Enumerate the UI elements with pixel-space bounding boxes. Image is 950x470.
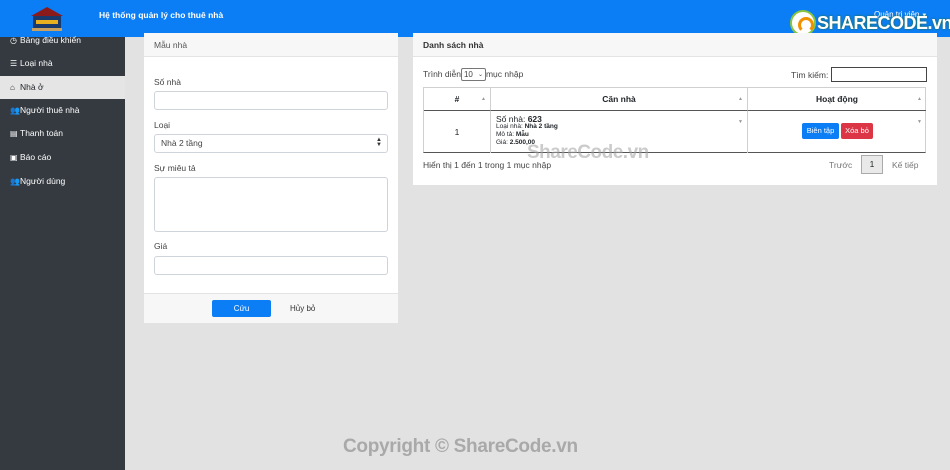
sidebar-item-reports[interactable]: ▣ Báo cáo	[0, 146, 125, 169]
house-no-label: Số nhà	[154, 77, 181, 87]
chevron-down-icon: ⌄	[477, 72, 483, 78]
page-size-value: 10	[463, 70, 473, 79]
pagination-prev[interactable]: Trước	[829, 160, 852, 170]
sidebar-item-label: Bảng điều khiển	[20, 35, 81, 45]
column-header-house[interactable]: Căn nhà ▲ ▼	[491, 88, 748, 125]
watermark-bottom: Copyright © ShareCode.vn	[343, 436, 578, 457]
report-icon: ▣	[10, 153, 18, 162]
edit-button[interactable]: Biên tập	[802, 123, 839, 139]
sidebar-item-users[interactable]: 👥Người dùng	[0, 170, 125, 193]
file-icon: ▤	[10, 129, 18, 138]
house-type-line: Loại nhà: Nhà 2 tầng	[496, 123, 558, 131]
house-list-title: Danh sách nhà	[413, 33, 937, 57]
column-header-label: Căn nhà	[602, 94, 636, 104]
house-price-key: Giá:	[496, 139, 508, 146]
show-entries-suffix: mục nhập	[485, 68, 524, 79]
description-label: Sự miêu tả	[154, 163, 196, 173]
save-button[interactable]: Cứu	[212, 300, 271, 317]
sidebar-item-label: Người thuê nhà	[20, 105, 80, 115]
search-input[interactable]	[831, 67, 927, 82]
show-entries-prefix: Trình diễn	[423, 68, 461, 79]
price-label: Giá	[154, 241, 168, 251]
column-header-actions[interactable]: Hoạt động ▲ ▼	[748, 88, 926, 125]
column-header-label: Hoạt động	[815, 94, 859, 104]
house-form-card: Mẫu nhà Số nhà Loại Nhà 2 tầng ▲ ▼ Sự miê…	[144, 33, 398, 323]
type-select-value: Nhà 2 tầng	[161, 138, 203, 148]
houses-table: # ▲ Căn nhà ▲ ▼ Hoạt động ▲ ▼ 1 Số nhà: 623 L…	[423, 87, 926, 153]
sidebar-item-dashboard[interactable]: ◷ Bảng điều khiển	[0, 29, 125, 52]
house-type-value: Nhà 2 tầng	[524, 123, 558, 130]
actions-cell: Biên tập Xóa bỏ	[748, 111, 926, 153]
sidebar-item-label: Người dùng	[20, 176, 66, 186]
delete-button[interactable]: Xóa bỏ	[841, 123, 873, 139]
sidebar-item-house-types[interactable]: ☰ Loại nhà	[0, 52, 125, 75]
app-title: Hệ thống quản lý cho thuê nhà	[99, 10, 224, 20]
users-icon: 👥	[10, 177, 20, 186]
row-index: 1	[424, 111, 491, 153]
search-label: Tìm kiếm:	[791, 70, 829, 80]
form-footer: Cứu Hủy bỏ	[144, 293, 398, 323]
house-desc-key: Mô tả:	[496, 131, 515, 138]
house-type-key: Loại nhà:	[496, 123, 523, 130]
house-desc-line: Mô tả: Mẫu	[496, 131, 558, 139]
sidebar-item-label: Loại nhà	[20, 58, 53, 68]
top-navbar: Hệ thống quản lý cho thuê nhà Quản trị v…	[0, 0, 950, 37]
pagination-next[interactable]: Kế tiếp	[892, 160, 918, 170]
column-header-label: #	[454, 94, 460, 104]
sidebar-item-tenants[interactable]: 👥Người thuê nhà	[0, 99, 125, 122]
select-arrows-icon: ▲ ▼	[376, 137, 382, 148]
house-no-line: Số nhà: 623	[496, 115, 558, 124]
cancel-button[interactable]: Hủy bỏ	[290, 300, 316, 317]
sidebar-item-payments[interactable]: ▤ Thanh toán	[0, 122, 125, 145]
home-icon: ⌂	[10, 83, 15, 92]
dashboard-icon: ◷	[10, 36, 17, 45]
sidebar-item-label: Nhà ở	[20, 82, 44, 92]
column-header-index[interactable]: # ▲	[424, 88, 491, 111]
users-icon: 👥	[10, 106, 20, 115]
brand-watermark-text: SHARECODE.vn	[817, 13, 950, 33]
sidebar-item-label: Thanh toán	[20, 128, 64, 138]
page-size-select[interactable]: 10 ⌄	[460, 68, 486, 81]
type-label: Loại	[154, 120, 171, 130]
house-no-input[interactable]	[154, 91, 388, 110]
sidebar: ◷ Bảng điều khiển ☰ Loại nhà ⌂ Nhà ở 👥Người…	[0, 35, 125, 470]
show-entries: Trình diễn 10 ⌄ mục nhập	[423, 68, 523, 81]
list-icon: ☰	[10, 59, 18, 68]
description-textarea[interactable]	[154, 177, 388, 232]
house-list-card: Danh sách nhà Trình diễn 10 ⌄ mục nhập Tìm …	[413, 33, 937, 185]
house-form-title: Mẫu nhà	[144, 33, 398, 57]
sidebar-item-label: Báo cáo	[20, 152, 52, 162]
watermark-middle: ShareCode.vn	[527, 142, 649, 163]
pagination-page-1[interactable]: 1	[861, 155, 883, 174]
type-select[interactable]: Nhà 2 tầng ▲ ▼	[154, 134, 388, 153]
sort-asc-icon: ▲	[481, 96, 486, 102]
house-desc-value: Mẫu	[515, 131, 529, 138]
sidebar-item-houses[interactable]: ⌂ Nhà ở	[0, 76, 125, 99]
price-input[interactable]	[154, 256, 388, 275]
